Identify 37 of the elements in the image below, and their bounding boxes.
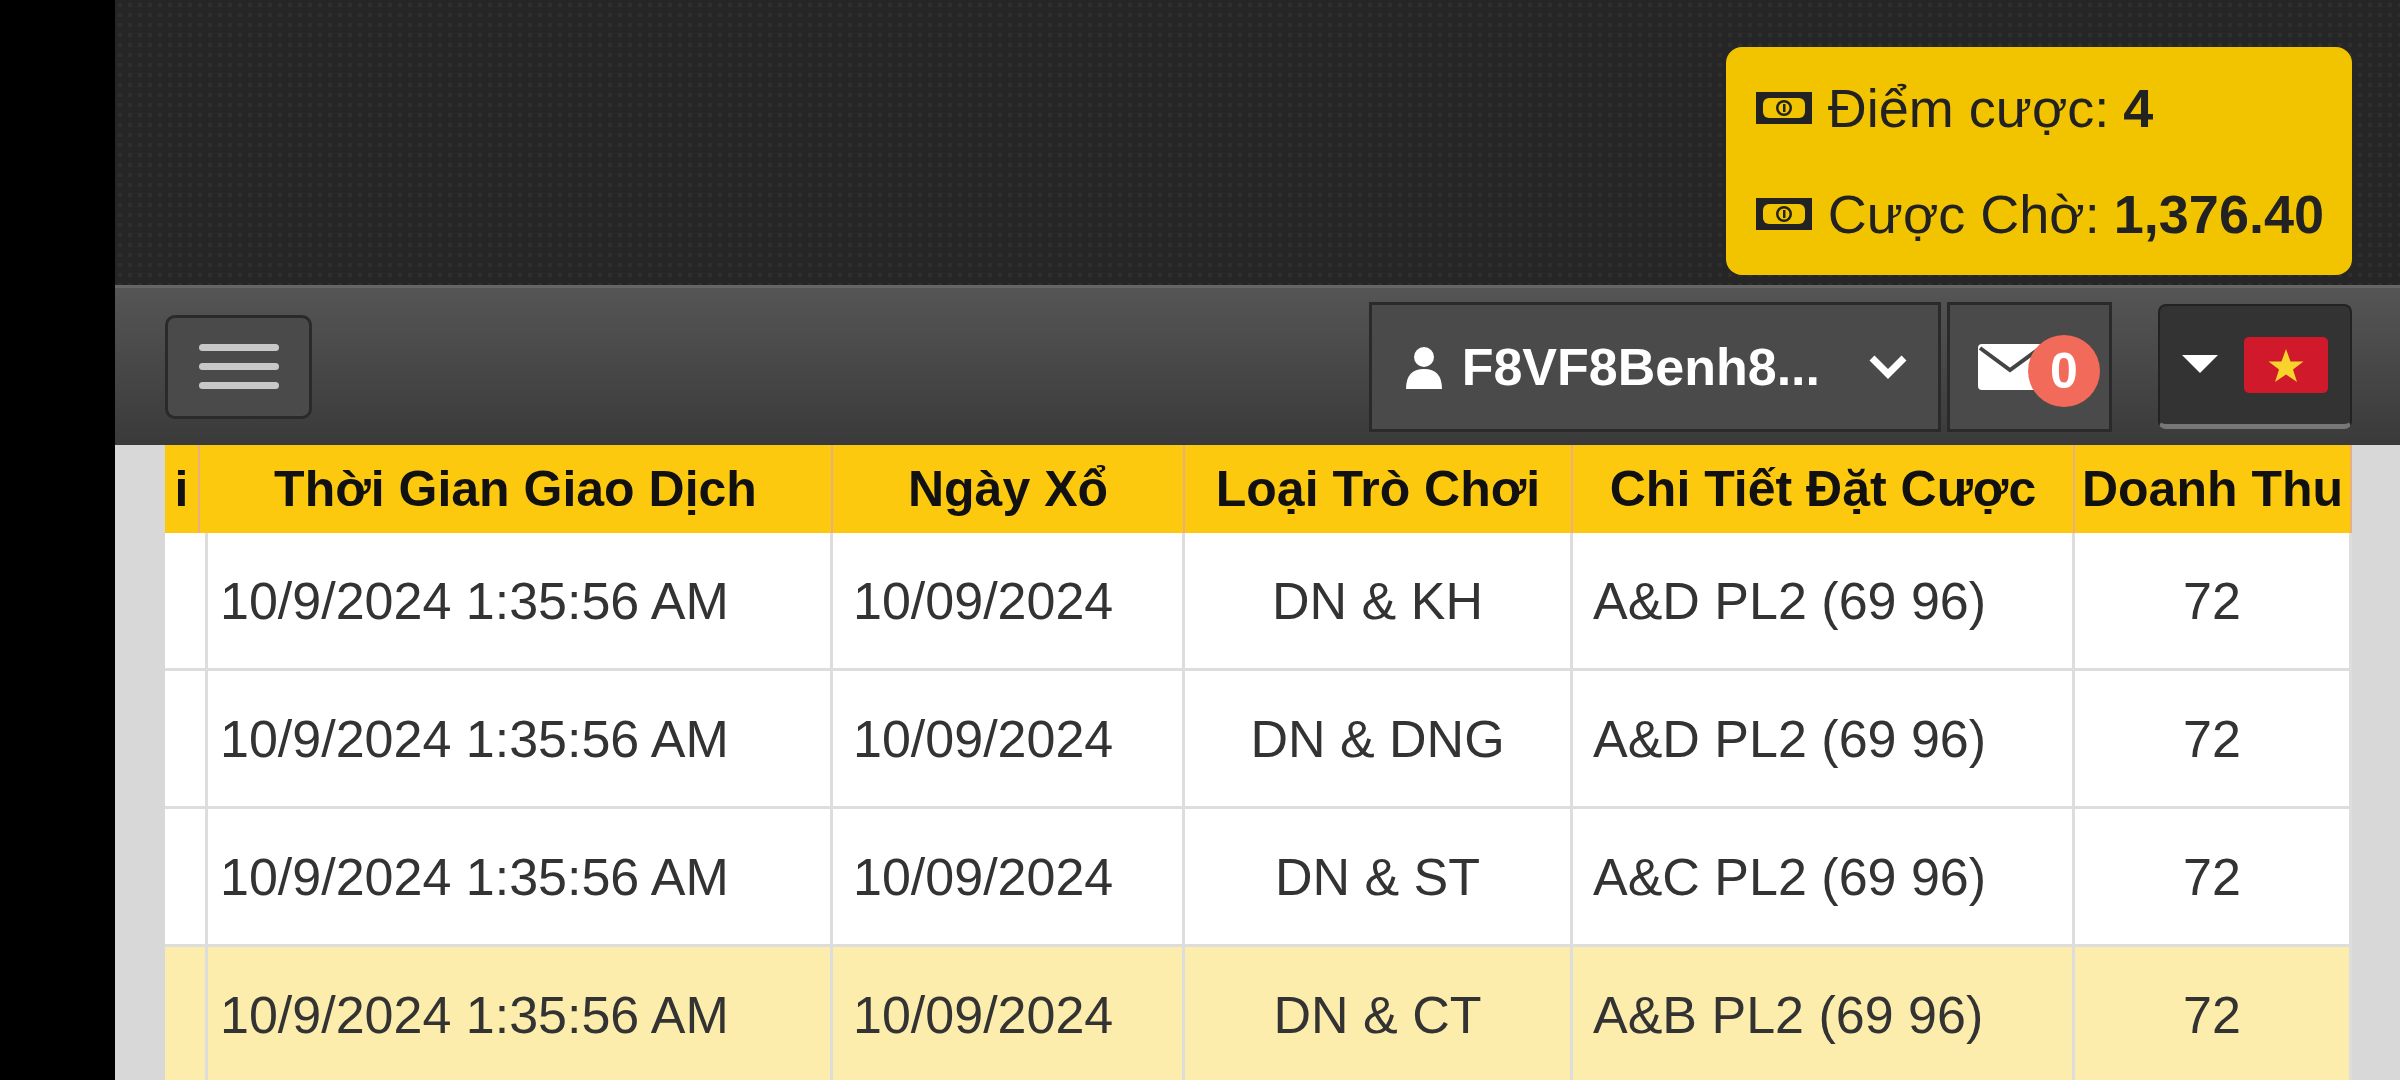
balance-value: 4: [2123, 77, 2154, 139]
table-cell: 10/9/2024 1:35:56 AM: [220, 708, 729, 769]
table-cell: DN & DNG: [1250, 708, 1505, 769]
table-cell: 72: [2183, 708, 2241, 769]
balance-label: Điểm cược:: [1827, 77, 2110, 139]
table-cell: 10/09/2024: [853, 570, 1114, 631]
table-row[interactable]: 10/9/2024 1:35:56 AM 10/09/2024 DN & DNG A&D PL2 (69 96) 72: [165, 671, 2352, 809]
menu-icon: [198, 341, 279, 392]
message-count-badge: 0: [2028, 334, 2100, 407]
table-cell: 10/09/2024: [853, 708, 1114, 769]
table-cell: DN & CT: [1273, 984, 1482, 1045]
table-cell: A&B PL2 (69 96): [1593, 984, 1984, 1045]
table-cell: 72: [2183, 984, 2241, 1045]
table-cell: DN & KH: [1272, 570, 1483, 631]
table-cell: 72: [2183, 570, 2241, 631]
table-cell: 10/9/2024 1:35:56 AM: [220, 570, 729, 631]
table-row[interactable]: 10/9/2024 1:35:56 AM 10/09/2024 DN & KH A&D PL2 (69 96) 72: [165, 533, 2352, 671]
table-cell: 10/09/2024: [853, 984, 1114, 1045]
table-cell: A&D PL2 (69 96): [1593, 570, 1987, 631]
table-cell: 10/9/2024 1:35:56 AM: [220, 846, 729, 907]
table-row[interactable]: 10/9/2024 1:35:56 AM 10/09/2024 DN & ST A&C PL2 (69 96) 72: [165, 809, 2352, 947]
table-cell: DN & ST: [1274, 846, 1481, 907]
user-icon: [1403, 344, 1444, 389]
flag-icon: [2244, 337, 2328, 393]
table-cell: A&D PL2 (69 96): [1593, 708, 1987, 769]
user-dropdown[interactable]: F8VF8Benh8...: [1368, 301, 1941, 432]
table-row[interactable]: 10/9/2024 1:35:56 AM 10/09/2024 DN & CT A&B PL2 (69 96) 72: [165, 947, 2352, 1080]
table-cell: 10/09/2024: [853, 846, 1114, 907]
balance-value: 1,376.40: [2113, 183, 2324, 245]
table-cell: A&C PL2 (69 96): [1593, 846, 1987, 907]
menu-button[interactable]: [165, 314, 312, 419]
caret-icon: [2182, 355, 2218, 375]
balance-label: Cược Chờ:: [1827, 183, 2100, 245]
table-cell: 10/9/2024 1:35:56 AM: [220, 984, 729, 1045]
table-cell: 72: [2183, 846, 2241, 907]
language-dropdown[interactable]: [2158, 304, 2352, 429]
chevron-down-icon: [1868, 353, 1908, 380]
